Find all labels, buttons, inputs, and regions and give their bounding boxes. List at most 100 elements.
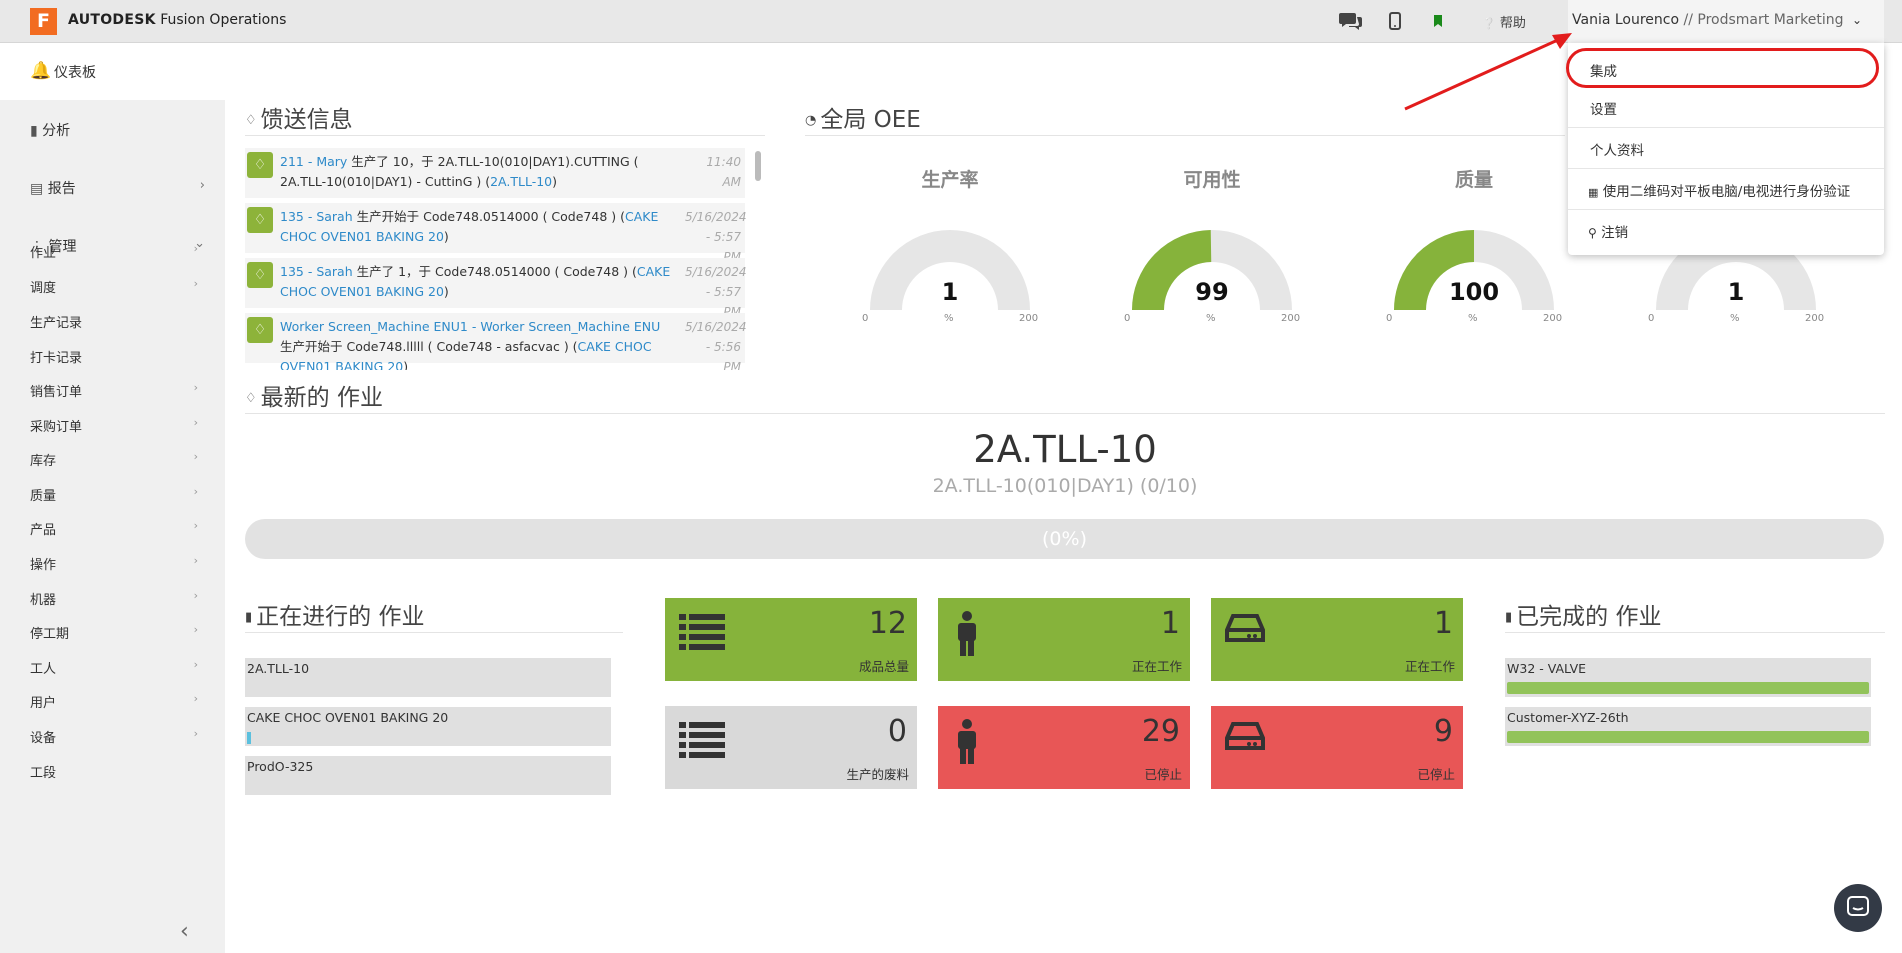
reports-icon: ▤ <box>30 181 44 197</box>
sidebar-subitem[interactable]: 质量 › <box>30 485 198 504</box>
stat-label: 已停止 <box>1144 767 1182 782</box>
stat-tile[interactable]: 12 成品总量 <box>665 598 917 681</box>
sidebar-subitem[interactable]: 调度 › <box>30 277 198 296</box>
gauge-unit: % <box>944 313 954 324</box>
worker-link[interactable]: Worker Screen_Machine ENU1 - Worker Scre… <box>280 319 660 334</box>
gauge-unit: % <box>1468 313 1478 324</box>
feed-timestamp: 11:40 AM <box>706 155 741 189</box>
sidebar-subitem[interactable]: 作业 › <box>30 242 198 261</box>
divider <box>805 135 1565 136</box>
completed-title: ▮ 已完成的 作业 <box>1505 604 1662 630</box>
sidebar-subitem[interactable]: 停工期 › <box>30 623 198 642</box>
sidebar-subitem[interactable]: 库存 › <box>30 450 198 469</box>
worker-link[interactable]: 211 - Mary <box>280 154 347 169</box>
stat-tile[interactable]: 1 正在工作 <box>938 598 1190 681</box>
stat-label: 正在工作 <box>1131 659 1182 674</box>
stat-tile[interactable]: 29 已停止 <box>938 706 1190 789</box>
worker-link[interactable]: 135 - Sarah <box>280 264 353 279</box>
red-arrow-annotation <box>1404 33 1572 111</box>
folder-open-icon: ▮ <box>245 610 253 625</box>
in-progress-job[interactable]: CAKE CHOC OVEN01 BAKING 20 <box>245 707 611 746</box>
job-label: ProdO-325 <box>247 759 314 774</box>
completed-job[interactable]: W32 - VALVE <box>1505 658 1871 697</box>
divider <box>245 135 765 136</box>
chat-icon[interactable] <box>1338 8 1364 34</box>
stat-value: 1 <box>1160 606 1180 641</box>
sidebar-subitem-label: 操作 <box>30 558 57 573</box>
oee-title: ◔ 全局 OEE <box>805 107 921 133</box>
stat-tile[interactable]: 0 生产的废料 <box>665 706 917 789</box>
job-label: Customer-XYZ-26th <box>1507 710 1629 725</box>
sidebar-subitem-label: 用户 <box>30 696 57 711</box>
sidebar-subitem[interactable]: 机器 › <box>30 589 198 608</box>
latest-job-progress: (0%) <box>245 519 1884 559</box>
in-progress-title: ▮ 正在进行的 作业 <box>245 604 425 630</box>
gauge-title: 质量 <box>1454 169 1493 191</box>
list-icon <box>679 718 727 764</box>
menu-item-logout[interactable]: ⚲ 注销 <box>1588 221 1628 241</box>
stat-value: 9 <box>1433 714 1453 749</box>
chevron-right-icon: › <box>193 242 198 255</box>
key-icon: ⚲ <box>1588 226 1597 240</box>
sidebar-subitem[interactable]: 打卡记录 <box>30 347 198 366</box>
sidebar-item-dashboard[interactable]: 仪表板 <box>54 62 96 82</box>
sidebar-subitem[interactable]: 操作 › <box>30 554 198 573</box>
sidebar-subitem[interactable]: 生产记录 <box>30 312 198 331</box>
sidebar-subitem-label: 机器 <box>30 593 57 608</box>
chevron-right-icon: › <box>193 727 198 740</box>
brand-name: AUTODESK Fusion Operations <box>68 12 287 28</box>
sidebar-subitem[interactable]: 采购订单 › <box>30 416 198 435</box>
sidebar-item-analysis[interactable]: ▮ 分析 <box>30 120 205 140</box>
gauge-max: 200 <box>1805 313 1825 324</box>
sidebar-subitem[interactable]: 设备 › <box>30 727 198 746</box>
bell-icon: 🔔 <box>30 61 52 81</box>
collapse-sidebar-icon[interactable]: ‹ <box>180 919 189 944</box>
sidebar-subitem[interactable]: 用户 › <box>30 692 198 711</box>
job-progress-fill <box>1507 731 1869 743</box>
divider <box>245 632 623 633</box>
sidebar-subitem-label: 停工期 <box>30 627 70 642</box>
sidebar-subitem[interactable]: 产品 › <box>30 519 198 538</box>
fusion-logo[interactable]: F <box>30 8 57 35</box>
user-menu-toggle[interactable]: Vania Lourenco // Prodsmart Marketing ⌄ <box>1568 0 1884 43</box>
worker-icon <box>952 718 982 772</box>
feed-list[interactable]: ♢ 211 - Mary 生产了 10，于 2A.TLL-10(010|DAY1)… <box>245 148 755 370</box>
sidebar-subitem[interactable]: 工人 › <box>30 658 198 677</box>
feed-message-end: ) <box>443 229 449 244</box>
oee-gauge: 质量 100 0% 200 <box>1369 160 1579 330</box>
progress-label: (0%) <box>1042 528 1087 550</box>
support-chat-button[interactable] <box>1834 884 1882 932</box>
sidebar-subitem[interactable]: 销售订单 › <box>30 381 198 400</box>
sidebar-dashboard-row[interactable]: 🔔 仪表板 <box>0 43 225 100</box>
chevron-right-icon: › <box>193 554 198 567</box>
chevron-right-icon: › <box>193 485 198 498</box>
in-progress-job[interactable]: 2A.TLL-10 <box>245 658 611 697</box>
worker-link[interactable]: 135 - Sarah <box>280 209 353 224</box>
job-link[interactable]: 2A.TLL-10 <box>490 174 552 189</box>
menu-item-profile[interactable]: 个人资料 <box>1590 139 1644 159</box>
chevron-right-icon: › <box>193 381 198 394</box>
gauge-icon: ◔ <box>805 113 817 128</box>
sidebar-subitem-label: 工段 <box>30 766 57 781</box>
gauge-max: 200 <box>1543 313 1563 324</box>
latest-job-name[interactable]: 2A.TLL-10 <box>245 428 1885 471</box>
sidebar-subitem-label: 设备 <box>30 731 57 746</box>
menu-item-settings[interactable]: 设置 <box>1590 98 1617 118</box>
sidebar-item-reports[interactable]: ▤ 报告 › <box>30 178 205 198</box>
stat-tile[interactable]: 1 正在工作 <box>1211 598 1463 681</box>
bell-icon: ♢ <box>247 207 273 233</box>
gauge-title: 生产率 <box>921 169 979 191</box>
stat-tile[interactable]: 9 已停止 <box>1211 706 1463 789</box>
menu-divider <box>1568 209 1884 210</box>
job-progress-fill <box>1507 682 1869 694</box>
chevron-right-icon: › <box>193 692 198 705</box>
feed-timestamp: 5/16/2024 - 5:56 PM <box>685 320 747 370</box>
bell-icon: ♢ <box>245 391 257 406</box>
menu-item-qr-auth[interactable]: ▦ 使用二维码对平板电脑/电视进行身份验证 <box>1588 180 1850 200</box>
completed-job[interactable]: Customer-XYZ-26th <box>1505 707 1871 746</box>
in-progress-job[interactable]: ProdO-325 <box>245 756 611 795</box>
sidebar-subitem[interactable]: 工段 <box>30 762 198 781</box>
chevron-right-icon: › <box>193 623 198 636</box>
chat-bubble-icon <box>1847 896 1869 916</box>
feed-scrollbar[interactable] <box>755 151 761 181</box>
